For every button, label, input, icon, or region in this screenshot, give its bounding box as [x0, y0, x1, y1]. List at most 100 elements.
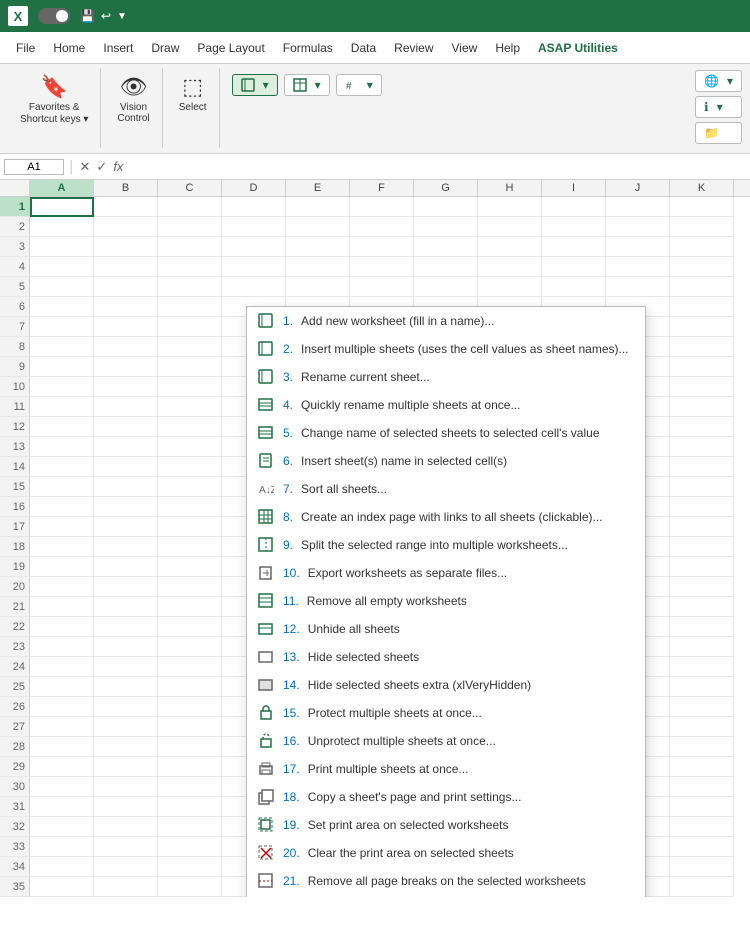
- row-number-7[interactable]: 7: [0, 317, 30, 337]
- cell-A27[interactable]: [30, 717, 94, 737]
- cell-E3[interactable]: [286, 237, 350, 257]
- cell-C7[interactable]: [158, 317, 222, 337]
- cell-C29[interactable]: [158, 757, 222, 777]
- row-number-29[interactable]: 29: [0, 757, 30, 777]
- cell-B25[interactable]: [94, 677, 158, 697]
- col-header-G[interactable]: G: [414, 180, 478, 196]
- cell-H1[interactable]: [478, 197, 542, 217]
- cell-C27[interactable]: [158, 717, 222, 737]
- cell-A17[interactable]: [30, 517, 94, 537]
- dropdown-item-3[interactable]: 3. Rename current sheet...: [247, 363, 645, 391]
- dropdown-item-4[interactable]: 4. Quickly rename multiple sheets at onc…: [247, 391, 645, 419]
- cell-C6[interactable]: [158, 297, 222, 317]
- dropdown-item-11[interactable]: 11. Remove all empty worksheets: [247, 587, 645, 615]
- cell-C22[interactable]: [158, 617, 222, 637]
- cell-K2[interactable]: [670, 217, 734, 237]
- menu-view[interactable]: View: [444, 37, 486, 59]
- row-number-28[interactable]: 28: [0, 737, 30, 757]
- dropdown-item-19[interactable]: 19. Set print area on selected worksheet…: [247, 811, 645, 839]
- cell-D1[interactable]: [222, 197, 286, 217]
- cell-C8[interactable]: [158, 337, 222, 357]
- undo-icon[interactable]: ↩: [101, 9, 111, 23]
- cell-A15[interactable]: [30, 477, 94, 497]
- cell-K8[interactable]: [670, 337, 734, 357]
- cell-K16[interactable]: [670, 497, 734, 517]
- cell-A22[interactable]: [30, 617, 94, 637]
- cell-A28[interactable]: [30, 737, 94, 757]
- col-header-H[interactable]: H: [478, 180, 542, 196]
- menu-draw[interactable]: Draw: [143, 37, 187, 59]
- cell-A13[interactable]: [30, 437, 94, 457]
- row-number-9[interactable]: 9: [0, 357, 30, 377]
- row-number-35[interactable]: 35: [0, 877, 30, 897]
- cell-B4[interactable]: [94, 257, 158, 277]
- cell-E2[interactable]: [286, 217, 350, 237]
- cell-J3[interactable]: [606, 237, 670, 257]
- information-btn[interactable]: ℹ ▾: [695, 96, 742, 118]
- cell-G3[interactable]: [414, 237, 478, 257]
- dropdown-item-20[interactable]: 20. Clear the print area on selected she…: [247, 839, 645, 867]
- cell-K32[interactable]: [670, 817, 734, 837]
- menu-home[interactable]: Home: [45, 37, 93, 59]
- cell-K29[interactable]: [670, 757, 734, 777]
- cell-K7[interactable]: [670, 317, 734, 337]
- cell-E5[interactable]: [286, 277, 350, 297]
- cell-K35[interactable]: [670, 877, 734, 897]
- cell-B26[interactable]: [94, 697, 158, 717]
- cell-C33[interactable]: [158, 837, 222, 857]
- cell-K31[interactable]: [670, 797, 734, 817]
- cell-E4[interactable]: [286, 257, 350, 277]
- row-number-4[interactable]: 4: [0, 257, 30, 277]
- cell-F4[interactable]: [350, 257, 414, 277]
- cell-K23[interactable]: [670, 637, 734, 657]
- cell-C21[interactable]: [158, 597, 222, 617]
- cell-B14[interactable]: [94, 457, 158, 477]
- cell-K11[interactable]: [670, 397, 734, 417]
- cell-A31[interactable]: [30, 797, 94, 817]
- cell-A3[interactable]: [30, 237, 94, 257]
- cell-J2[interactable]: [606, 217, 670, 237]
- cell-B13[interactable]: [94, 437, 158, 457]
- dropdown-item-18[interactable]: 18. Copy a sheet's page and print settin…: [247, 783, 645, 811]
- cell-B9[interactable]: [94, 357, 158, 377]
- cell-A19[interactable]: [30, 557, 94, 577]
- cell-G5[interactable]: [414, 277, 478, 297]
- dropdown-item-12[interactable]: 12. Unhide all sheets: [247, 615, 645, 643]
- cell-J1[interactable]: [606, 197, 670, 217]
- cell-B32[interactable]: [94, 817, 158, 837]
- row-number-10[interactable]: 10: [0, 377, 30, 397]
- cell-C9[interactable]: [158, 357, 222, 377]
- col-header-F[interactable]: F: [350, 180, 414, 196]
- row-number-1[interactable]: 1: [0, 197, 30, 217]
- row-number-17[interactable]: 17: [0, 517, 30, 537]
- cell-C28[interactable]: [158, 737, 222, 757]
- formula-input[interactable]: [127, 160, 746, 174]
- cell-A12[interactable]: [30, 417, 94, 437]
- col-header-C[interactable]: C: [158, 180, 222, 196]
- sheets-dropdown-btn[interactable]: ▾: [232, 74, 278, 96]
- cell-I3[interactable]: [542, 237, 606, 257]
- web-btn[interactable]: 🌐 ▾: [695, 70, 742, 92]
- cell-C31[interactable]: [158, 797, 222, 817]
- cell-K13[interactable]: [670, 437, 734, 457]
- cell-A1[interactable]: [30, 197, 94, 217]
- cell-C20[interactable]: [158, 577, 222, 597]
- cell-K12[interactable]: [670, 417, 734, 437]
- cell-C32[interactable]: [158, 817, 222, 837]
- cell-B30[interactable]: [94, 777, 158, 797]
- confirm-icon[interactable]: ✓: [96, 159, 107, 175]
- cell-reference-box[interactable]: [4, 159, 64, 175]
- cell-C24[interactable]: [158, 657, 222, 677]
- cell-F1[interactable]: [350, 197, 414, 217]
- col-header-B[interactable]: B: [94, 180, 158, 196]
- row-number-8[interactable]: 8: [0, 337, 30, 357]
- cell-F3[interactable]: [350, 237, 414, 257]
- cell-B35[interactable]: [94, 877, 158, 897]
- cell-C35[interactable]: [158, 877, 222, 897]
- cell-C3[interactable]: [158, 237, 222, 257]
- row-number-30[interactable]: 30: [0, 777, 30, 797]
- cell-H2[interactable]: [478, 217, 542, 237]
- row-number-23[interactable]: 23: [0, 637, 30, 657]
- cell-G2[interactable]: [414, 217, 478, 237]
- col-header-A[interactable]: A: [30, 180, 94, 196]
